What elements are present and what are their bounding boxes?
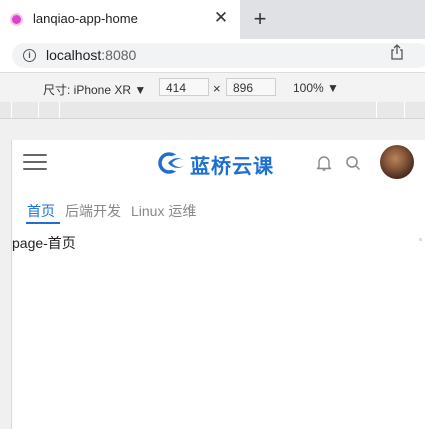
category-nav: 首页 后端开发 Linux 运维	[12, 200, 425, 224]
new-tab-button[interactable]: +	[250, 7, 270, 31]
device-toolbar: 尺寸: iPhone XR ▼ 414 × 896 100% ▼	[0, 72, 425, 103]
share-icon[interactable]	[390, 44, 404, 60]
page-content: page-首页	[12, 235, 76, 251]
tab-title: lanqiao-app-home	[33, 11, 138, 26]
dimension-separator: ×	[213, 81, 221, 96]
nav-item-linux[interactable]: Linux 运维	[131, 201, 196, 221]
active-tab-indicator	[26, 222, 60, 224]
favicon-icon	[12, 15, 21, 24]
logo-text: 蓝桥云课	[190, 156, 274, 178]
app-viewport: 蓝桥云课 首页 后端开发 Linux 运维 page-首页	[11, 140, 425, 429]
width-input[interactable]: 414	[159, 78, 209, 96]
nav-item-home[interactable]: 首页	[27, 201, 55, 221]
scroll-indicator	[419, 238, 422, 241]
menu-icon[interactable]	[23, 154, 47, 171]
media-query-ruler	[0, 102, 425, 119]
tab-bar: lanqiao-app-home ✕ +	[0, 0, 425, 39]
zoom-select[interactable]: 100% ▼	[293, 81, 339, 95]
logo-mark-icon	[158, 152, 184, 174]
height-input[interactable]: 896	[226, 78, 276, 96]
close-tab-icon[interactable]: ✕	[213, 8, 229, 28]
url-host: localhost	[46, 47, 102, 63]
avatar[interactable]	[380, 145, 414, 179]
search-icon[interactable]	[345, 155, 361, 171]
bell-icon[interactable]	[316, 154, 332, 172]
nav-item-backend[interactable]: 后端开发	[65, 201, 121, 221]
browser-toolbar: i localhost:8080	[0, 39, 425, 72]
device-select[interactable]: 尺寸: iPhone XR ▼	[43, 81, 146, 98]
address-bar[interactable]: i localhost:8080	[12, 43, 425, 68]
browser-tab[interactable]: lanqiao-app-home ✕	[0, 0, 240, 39]
info-icon[interactable]: i	[23, 49, 36, 62]
url-port: :8080	[101, 47, 137, 63]
url-text[interactable]: localhost:8080	[46, 47, 136, 63]
